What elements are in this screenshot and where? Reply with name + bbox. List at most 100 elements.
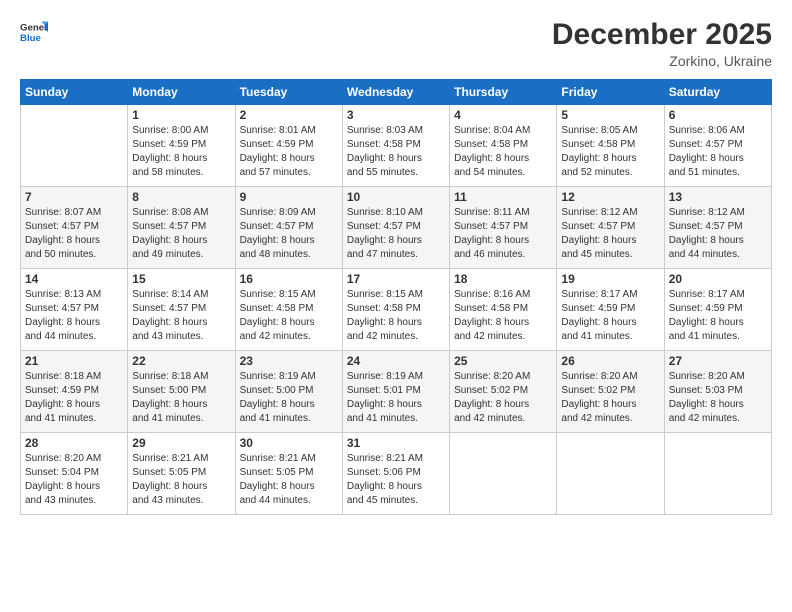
col-header-wednesday: Wednesday xyxy=(342,80,449,105)
day-cell: 26Sunrise: 8:20 AMSunset: 5:02 PMDayligh… xyxy=(557,351,664,433)
svg-text:Blue: Blue xyxy=(20,33,41,44)
day-number: 5 xyxy=(561,108,659,122)
header-row: SundayMondayTuesdayWednesdayThursdayFrid… xyxy=(21,80,772,105)
day-number: 16 xyxy=(240,272,338,286)
month-title: December 2025 xyxy=(552,18,772,51)
day-number: 25 xyxy=(454,354,552,368)
day-info: Sunrise: 8:03 AMSunset: 4:58 PMDaylight:… xyxy=(347,124,445,180)
day-number: 27 xyxy=(669,354,767,368)
calendar-table: SundayMondayTuesdayWednesdayThursdayFrid… xyxy=(20,79,772,515)
header: General Blue December 2025 Zorkino, Ukra… xyxy=(20,18,772,69)
day-cell: 8 Sunrise: 8:08 AMSunset: 4:57 PMDaylight… xyxy=(128,187,235,269)
day-info: Sunrise: 8:12 AMSunset: 4:57 PMDaylight:… xyxy=(669,206,767,262)
day-number: 29 xyxy=(132,436,230,450)
day-info: Sunrise: 8:00 AMSunset: 4:59 PMDaylight:… xyxy=(132,124,230,180)
day-number: 13 xyxy=(669,190,767,204)
day-number: 8 xyxy=(132,190,230,204)
day-cell: 19 Sunrise: 8:17 AMSunset: 4:59 PMDayligh… xyxy=(557,269,664,351)
day-cell: 11Sunrise: 8:11 AMSunset: 4:57 PMDayligh… xyxy=(450,187,557,269)
day-number: 20 xyxy=(669,272,767,286)
day-info: Sunrise: 8:19 AMSunset: 5:00 PMDaylight:… xyxy=(240,370,338,426)
week-row-2: 7 Sunrise: 8:07 AMSunset: 4:57 PMDaylight… xyxy=(21,187,772,269)
day-cell: 23Sunrise: 8:19 AMSunset: 5:00 PMDayligh… xyxy=(235,351,342,433)
day-info: Sunrise: 8:06 AMSunset: 4:57 PMDaylight:… xyxy=(669,124,767,180)
day-cell: 27 Sunrise: 8:20 AMSunset: 5:03 PMDayligh… xyxy=(664,351,771,433)
day-number: 15 xyxy=(132,272,230,286)
location: Zorkino, Ukraine xyxy=(552,53,772,69)
day-number: 14 xyxy=(25,272,123,286)
day-cell: 30 Sunrise: 8:21 AMSunset: 5:05 PMDayligh… xyxy=(235,433,342,515)
day-info: Sunrise: 8:21 AMSunset: 5:05 PMDaylight:… xyxy=(132,452,230,508)
day-info: Sunrise: 8:20 AMSunset: 5:02 PMDaylight:… xyxy=(454,370,552,426)
day-info: Sunrise: 8:04 AMSunset: 4:58 PMDaylight:… xyxy=(454,124,552,180)
col-header-sunday: Sunday xyxy=(21,80,128,105)
day-cell: 5 Sunrise: 8:05 AMSunset: 4:58 PMDaylight… xyxy=(557,105,664,187)
day-number: 31 xyxy=(347,436,445,450)
week-row-4: 21 Sunrise: 8:18 AMSunset: 4:59 PMDayligh… xyxy=(21,351,772,433)
day-number: 21 xyxy=(25,354,123,368)
day-info: Sunrise: 8:11 AMSunset: 4:57 PMDaylight:… xyxy=(454,206,552,262)
day-info: Sunrise: 8:07 AMSunset: 4:57 PMDaylight:… xyxy=(25,206,123,262)
day-cell xyxy=(557,433,664,515)
day-info: Sunrise: 8:16 AMSunset: 4:58 PMDaylight:… xyxy=(454,288,552,344)
day-number: 24 xyxy=(347,354,445,368)
day-cell xyxy=(664,433,771,515)
col-header-friday: Friday xyxy=(557,80,664,105)
day-info: Sunrise: 8:21 AMSunset: 5:05 PMDaylight:… xyxy=(240,452,338,508)
day-number: 3 xyxy=(347,108,445,122)
day-cell: 20 Sunrise: 8:17 AMSunset: 4:59 PMDayligh… xyxy=(664,269,771,351)
day-info: Sunrise: 8:12 AMSunset: 4:57 PMDaylight:… xyxy=(561,206,659,262)
day-info: Sunrise: 8:17 AMSunset: 4:59 PMDaylight:… xyxy=(669,288,767,344)
day-info: Sunrise: 8:20 AMSunset: 5:04 PMDaylight:… xyxy=(25,452,123,508)
day-info: Sunrise: 8:15 AMSunset: 4:58 PMDaylight:… xyxy=(240,288,338,344)
day-number: 7 xyxy=(25,190,123,204)
day-cell: 31 Sunrise: 8:21 AMSunset: 5:06 PMDayligh… xyxy=(342,433,449,515)
day-cell: 24Sunrise: 8:19 AMSunset: 5:01 PMDayligh… xyxy=(342,351,449,433)
week-row-1: 1Sunrise: 8:00 AMSunset: 4:59 PMDaylight… xyxy=(21,105,772,187)
day-cell: 25 Sunrise: 8:20 AMSunset: 5:02 PMDayligh… xyxy=(450,351,557,433)
day-info: Sunrise: 8:09 AMSunset: 4:57 PMDaylight:… xyxy=(240,206,338,262)
day-info: Sunrise: 8:05 AMSunset: 4:58 PMDaylight:… xyxy=(561,124,659,180)
calendar-page: General Blue December 2025 Zorkino, Ukra… xyxy=(0,0,792,612)
week-row-5: 28 Sunrise: 8:20 AMSunset: 5:04 PMDayligh… xyxy=(21,433,772,515)
day-number: 17 xyxy=(347,272,445,286)
day-cell: 1Sunrise: 8:00 AMSunset: 4:59 PMDaylight… xyxy=(128,105,235,187)
day-info: Sunrise: 8:15 AMSunset: 4:58 PMDaylight:… xyxy=(347,288,445,344)
day-cell: 10Sunrise: 8:10 AMSunset: 4:57 PMDayligh… xyxy=(342,187,449,269)
day-number: 30 xyxy=(240,436,338,450)
col-header-monday: Monday xyxy=(128,80,235,105)
day-cell xyxy=(450,433,557,515)
day-cell: 22Sunrise: 8:18 AMSunset: 5:00 PMDayligh… xyxy=(128,351,235,433)
day-cell: 2Sunrise: 8:01 AMSunset: 4:59 PMDaylight… xyxy=(235,105,342,187)
day-number: 9 xyxy=(240,190,338,204)
day-cell: 28 Sunrise: 8:20 AMSunset: 5:04 PMDayligh… xyxy=(21,433,128,515)
day-number: 22 xyxy=(132,354,230,368)
day-info: Sunrise: 8:18 AMSunset: 4:59 PMDaylight:… xyxy=(25,370,123,426)
day-info: Sunrise: 8:17 AMSunset: 4:59 PMDaylight:… xyxy=(561,288,659,344)
col-header-tuesday: Tuesday xyxy=(235,80,342,105)
day-number: 12 xyxy=(561,190,659,204)
day-info: Sunrise: 8:21 AMSunset: 5:06 PMDaylight:… xyxy=(347,452,445,508)
day-cell: 6 Sunrise: 8:06 AMSunset: 4:57 PMDaylight… xyxy=(664,105,771,187)
day-number: 10 xyxy=(347,190,445,204)
day-cell: 13 Sunrise: 8:12 AMSunset: 4:57 PMDayligh… xyxy=(664,187,771,269)
day-cell: 15 Sunrise: 8:14 AMSunset: 4:57 PMDayligh… xyxy=(128,269,235,351)
day-number: 28 xyxy=(25,436,123,450)
day-cell: 17 Sunrise: 8:15 AMSunset: 4:58 PMDayligh… xyxy=(342,269,449,351)
day-info: Sunrise: 8:20 AMSunset: 5:02 PMDaylight:… xyxy=(561,370,659,426)
day-number: 6 xyxy=(669,108,767,122)
day-cell: 7 Sunrise: 8:07 AMSunset: 4:57 PMDaylight… xyxy=(21,187,128,269)
logo: General Blue xyxy=(20,18,48,46)
day-info: Sunrise: 8:20 AMSunset: 5:03 PMDaylight:… xyxy=(669,370,767,426)
col-header-saturday: Saturday xyxy=(664,80,771,105)
day-cell: 14Sunrise: 8:13 AMSunset: 4:57 PMDayligh… xyxy=(21,269,128,351)
day-cell: 18 Sunrise: 8:16 AMSunset: 4:58 PMDayligh… xyxy=(450,269,557,351)
day-cell: 29 Sunrise: 8:21 AMSunset: 5:05 PMDayligh… xyxy=(128,433,235,515)
day-number: 19 xyxy=(561,272,659,286)
day-cell: 4Sunrise: 8:04 AMSunset: 4:58 PMDaylight… xyxy=(450,105,557,187)
day-number: 2 xyxy=(240,108,338,122)
day-info: Sunrise: 8:14 AMSunset: 4:57 PMDaylight:… xyxy=(132,288,230,344)
day-cell: 12 Sunrise: 8:12 AMSunset: 4:57 PMDayligh… xyxy=(557,187,664,269)
day-number: 18 xyxy=(454,272,552,286)
day-info: Sunrise: 8:08 AMSunset: 4:57 PMDaylight:… xyxy=(132,206,230,262)
